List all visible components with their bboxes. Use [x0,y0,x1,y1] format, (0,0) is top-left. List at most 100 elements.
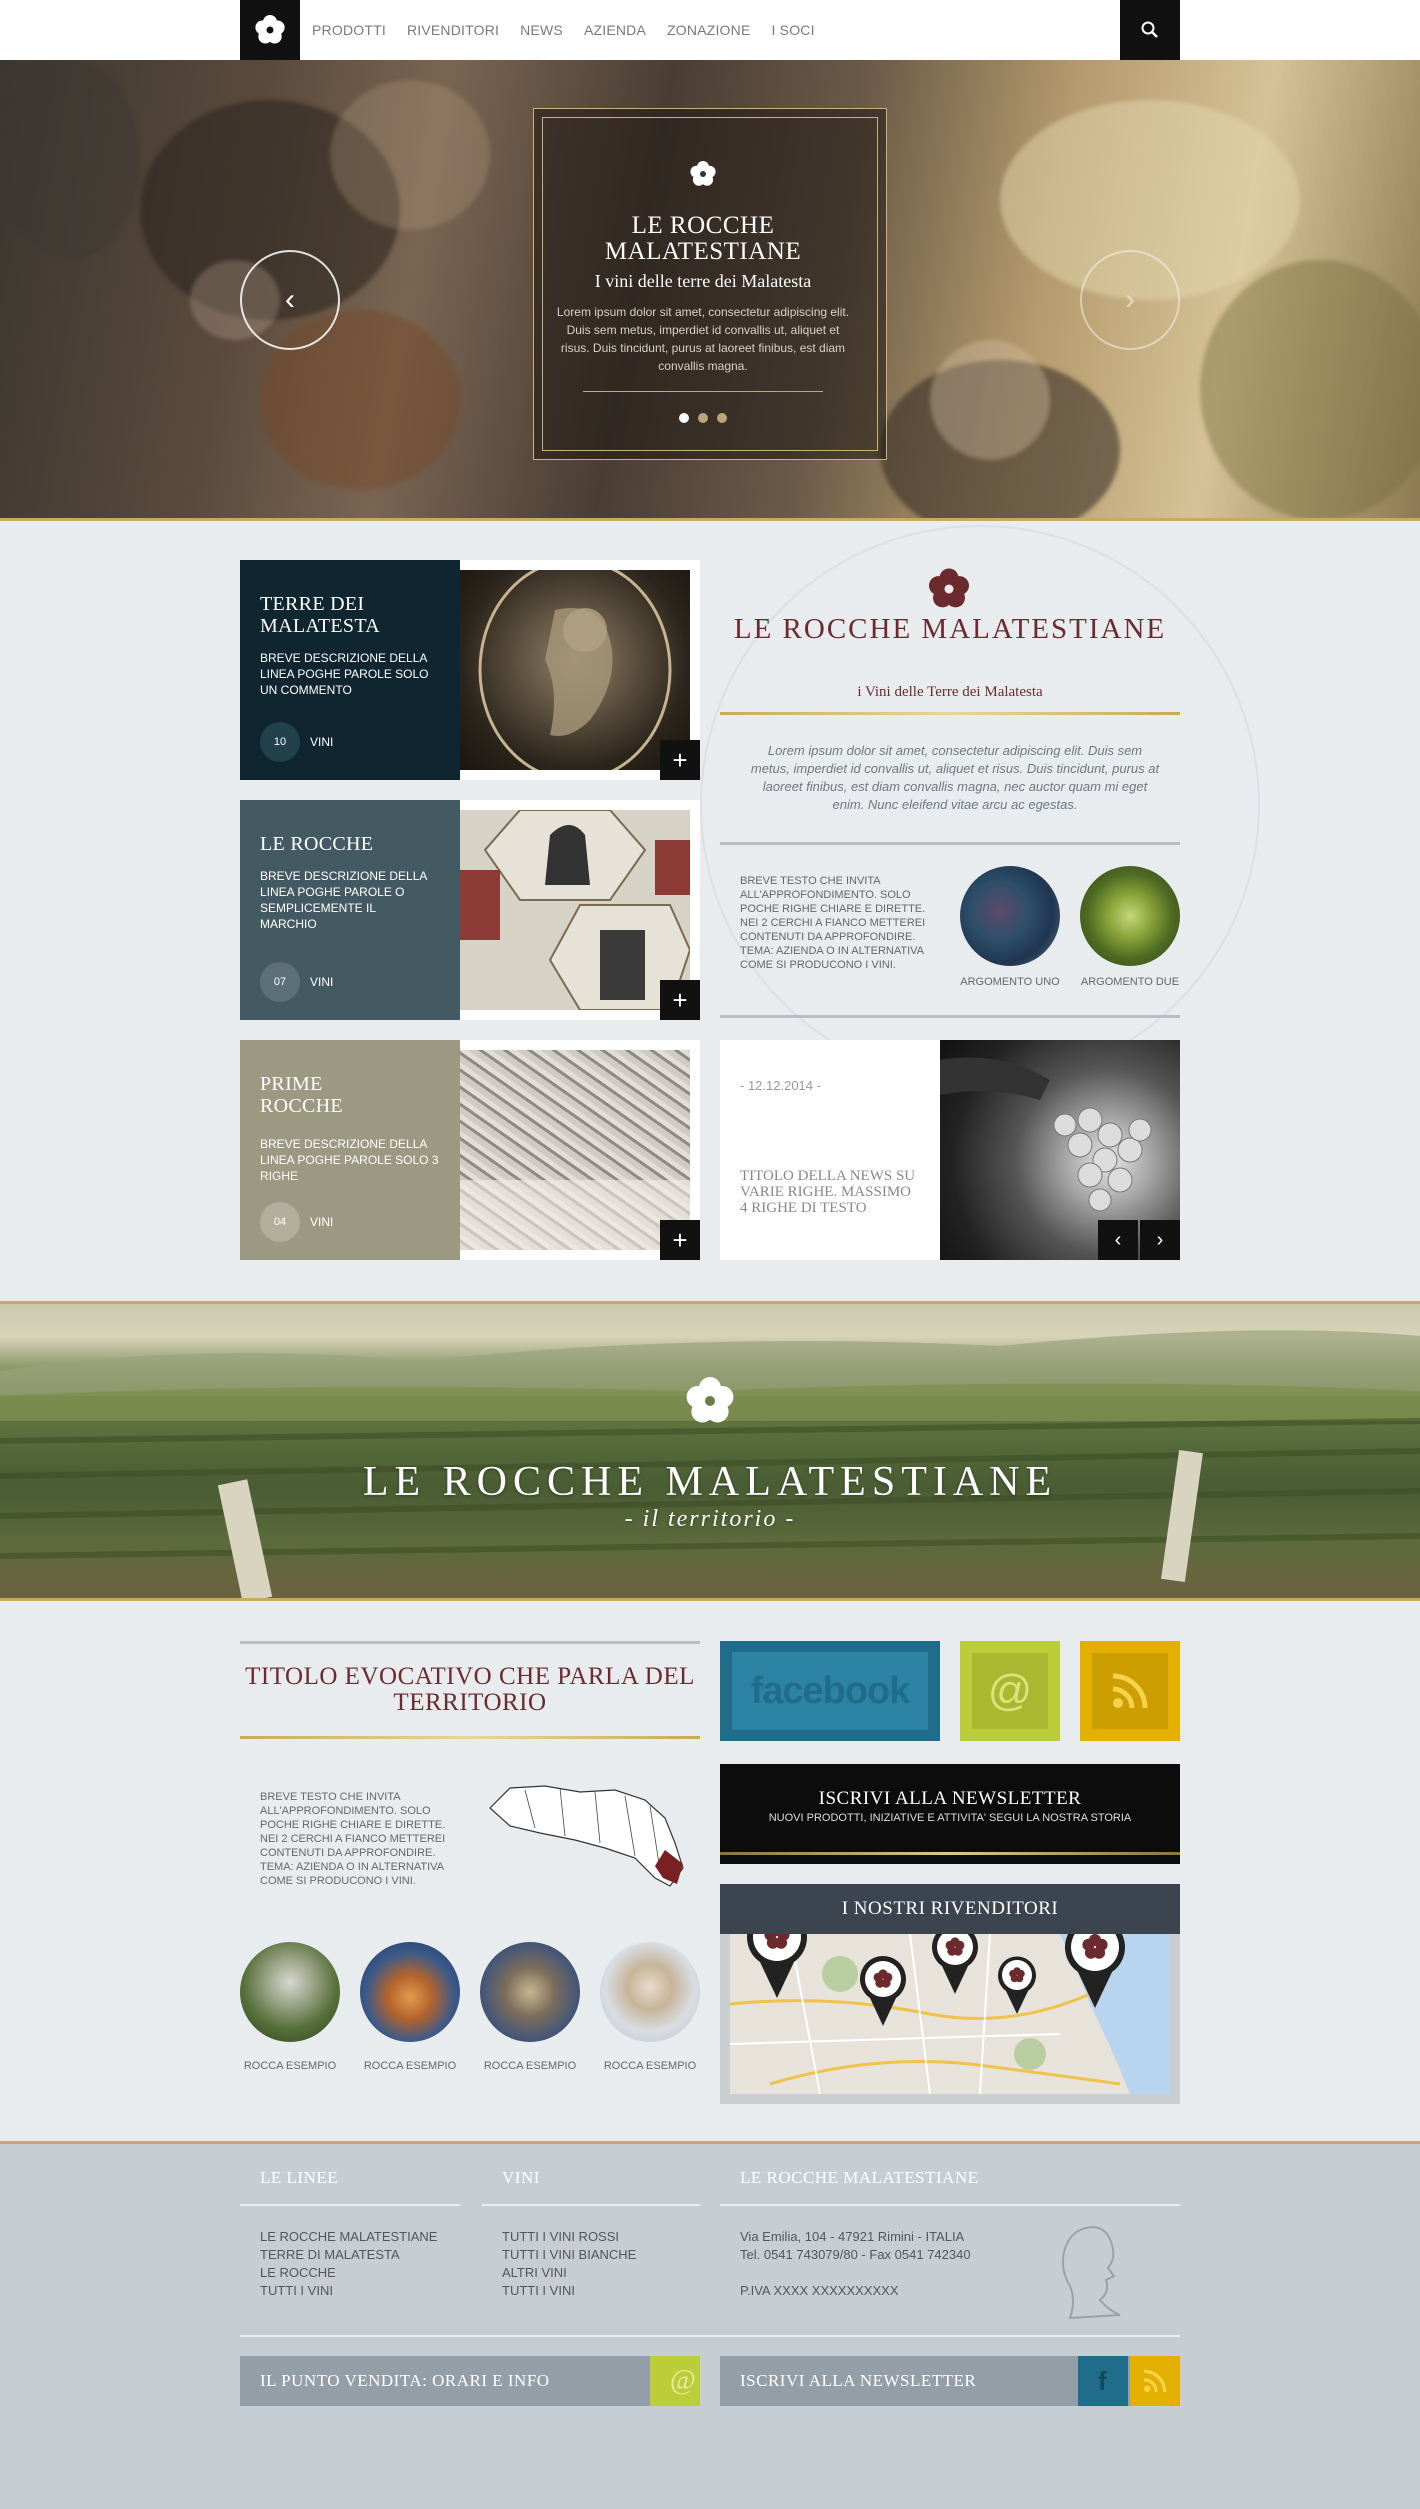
nav-soci[interactable]: I SOCI [772,22,815,38]
argomento-uno-label[interactable]: ARGOMENTO UNO [960,976,1060,989]
chevron-left-icon: ‹ [285,283,295,316]
rocca-label-1[interactable]: ROCCA ESEMPIO [240,2060,340,2073]
slider-dot-3[interactable] [717,413,727,423]
nav-news[interactable]: NEWS [520,22,563,38]
footer-link[interactable]: LE ROCCHE [260,2264,437,2282]
search-icon [1141,21,1158,38]
footer [0,2144,1420,2509]
product-card-rocche[interactable]: LE ROCCHE BREVE DESCRIZIONE DELLA LINEA … [240,800,700,1020]
nav-azienda[interactable]: AZIENDA [584,22,646,38]
product-count-label: VINI [310,1215,334,1229]
map-pin-icon[interactable] [996,1954,1038,2016]
product-card-prime-rocche[interactable]: PRIME ROCCHE BREVE DESCRIZIONE DELLA LIN… [240,1040,700,1260]
rss-button[interactable] [1080,1641,1180,1741]
evocativo-text: BREVE TESTO CHE INVITA ALL'APPROFONDIMEN… [260,1791,446,1887]
rocca-label-4[interactable]: ROCCA ESEMPIO [600,2060,700,2073]
rss-icon [1143,2369,1167,2393]
news-card[interactable]: - 12.12.2014 - TITOLO DELLA NEWS SU VARI… [720,1040,1180,1260]
newsletter-subtitle: NUOVI PRODOTTI, INIZIATIVE E ATTIVITA' S… [768,1812,1132,1824]
argomento-due-label[interactable]: ARGOMENTO DUE [1080,976,1180,989]
footer-facebook-button[interactable]: f [1078,2356,1128,2406]
brand-text: Lorem ipsum dolor sit amet, consectetur … [750,743,1160,812]
slider-dot-1[interactable] [679,413,689,423]
gold-divider [720,712,1180,715]
punto-vendita-bar[interactable]: IL PUNTO VENDITA: ORARI E INFO @ [240,2356,700,2406]
home-logo[interactable] [240,0,300,60]
flower-logo-icon [255,15,285,44]
search-button[interactable] [1120,0,1180,60]
product-image [460,570,690,770]
map-pin-icon[interactable] [1062,1934,1128,2010]
footer-link[interactable]: TUTTI I VINI [260,2282,437,2300]
news-date: - 12.12.2014 - [740,1078,821,1093]
argomento-due-image[interactable] [1080,866,1180,966]
footer-link[interactable]: ALTRI VINI [502,2264,636,2282]
slider-dot-2[interactable] [698,413,708,423]
argomenti-text: BREVE TESTO CHE INVITA ALL'APPROFONDIMEN… [740,875,926,971]
product-name: TERRE DEI MALATESTA [260,593,380,637]
product-card-terre[interactable]: TERRE DEI MALATESTA BREVE DESCRIZIONE DE… [240,560,700,780]
hero-subtitle: I vini delle terre dei Malatesta [594,271,812,291]
bottom-section [0,1601,1420,2144]
brand-flower-icon [929,568,969,608]
rocca-image-3[interactable] [480,1942,580,2042]
rocca-image-1[interactable] [240,1942,340,2042]
hero-next-button[interactable]: › [1080,250,1180,350]
flower-icon [690,161,716,186]
footer-link[interactable]: TUTTI I VINI ROSSI [502,2228,636,2246]
footer-link[interactable]: TUTTI I VINI [502,2282,636,2300]
nav-zonazione[interactable]: ZONAZIONE [667,22,750,38]
footer-col2-title: VINI [502,2168,540,2187]
news-next-button[interactable]: › [1140,1220,1180,1260]
slider-dots [534,413,872,423]
rocca-label-3[interactable]: ROCCA ESEMPIO [480,2060,580,2073]
map-pin-icon[interactable] [858,1954,908,2028]
product-expand-button[interactable]: + [660,740,700,780]
product-desc: BREVE DESCRIZIONE DELLA LINEA POGHE PARO… [260,651,429,697]
footer-col1-title: LE LINEE [260,2168,339,2187]
at-icon: @ [670,2365,697,2396]
facebook-label: facebook [750,1669,911,1712]
product-count-label: VINI [310,735,334,749]
gray-divider [240,1641,700,1644]
main-menu: PRODOTTI RIVENDITORI NEWS AZIENDA ZONAZI… [312,0,815,60]
footer-divider [240,2204,460,2206]
rocca-image-2[interactable] [360,1942,460,2042]
rivenditori-map[interactable] [730,1934,1170,2094]
footer-rss-button[interactable] [1130,2356,1180,2406]
region-map [489,1785,684,1887]
footer-col1-list: LE ROCCHE MALATESTIANE TERRE DI MALATEST… [260,2228,437,2300]
territorio-subtitle: - il territorio - [624,1506,796,1532]
footer-col2-list: TUTTI I VINI ROSSI TUTTI I VINI BIANCHE … [502,2228,636,2300]
nav-prodotti[interactable]: PRODOTTI [312,22,386,38]
punto-vendita-email-button[interactable]: @ [650,2356,700,2406]
chevron-right-icon: › [1125,283,1135,316]
product-expand-button[interactable]: + [660,980,700,1020]
rocca-image-4[interactable] [600,1942,700,2042]
hero-prev-button[interactable]: ‹ [240,250,340,350]
product-name: PRIME ROCCHE [260,1073,343,1117]
product-expand-button[interactable]: + [660,1220,700,1260]
facebook-button[interactable]: facebook [720,1641,940,1741]
news-prev-button[interactable]: ‹ [1098,1220,1138,1260]
rocca-label-2[interactable]: ROCCA ESEMPIO [360,2060,460,2073]
newsletter-banner[interactable]: ISCRIVI ALLA NEWSLETTER NUOVI PRODOTTI, … [720,1764,1180,1864]
footer-newsletter-bar[interactable]: ISCRIVI ALLA NEWSLETTER f [720,2356,1180,2406]
rivenditori-map-card[interactable]: I NOSTRI RIVENDITORI [720,1884,1180,2104]
product-image [460,1050,690,1250]
map-pin-icon[interactable] [930,1934,980,1996]
footer-link[interactable]: TUTTI I VINI BIANCHE [502,2246,636,2264]
nav-rivenditori[interactable]: RIVENDITORI [407,22,499,38]
footer-link[interactable]: LE ROCCHE MALATESTIANE [260,2228,437,2246]
footer-phone: Tel. 0541 743079/80 - Fax 0541 742340 [740,2247,971,2262]
news-title: TITOLO DELLA NEWS SU VARIE RIGHE. MASSIM… [740,1168,916,1216]
product-image [460,810,690,1010]
argomento-uno-image[interactable] [960,866,1060,966]
footer-divider [482,2204,700,2206]
hero-title: LE ROCCHE MALATESTIANE [604,212,802,265]
footer-link[interactable]: TERRE DI MALATESTA [260,2246,437,2264]
footer-col3-title: LE ROCCHE MALATESTIANE [740,2168,979,2187]
email-button[interactable]: @ [960,1641,1060,1741]
map-pin-icon[interactable] [744,1934,810,2000]
plus-icon: + [672,984,688,1015]
